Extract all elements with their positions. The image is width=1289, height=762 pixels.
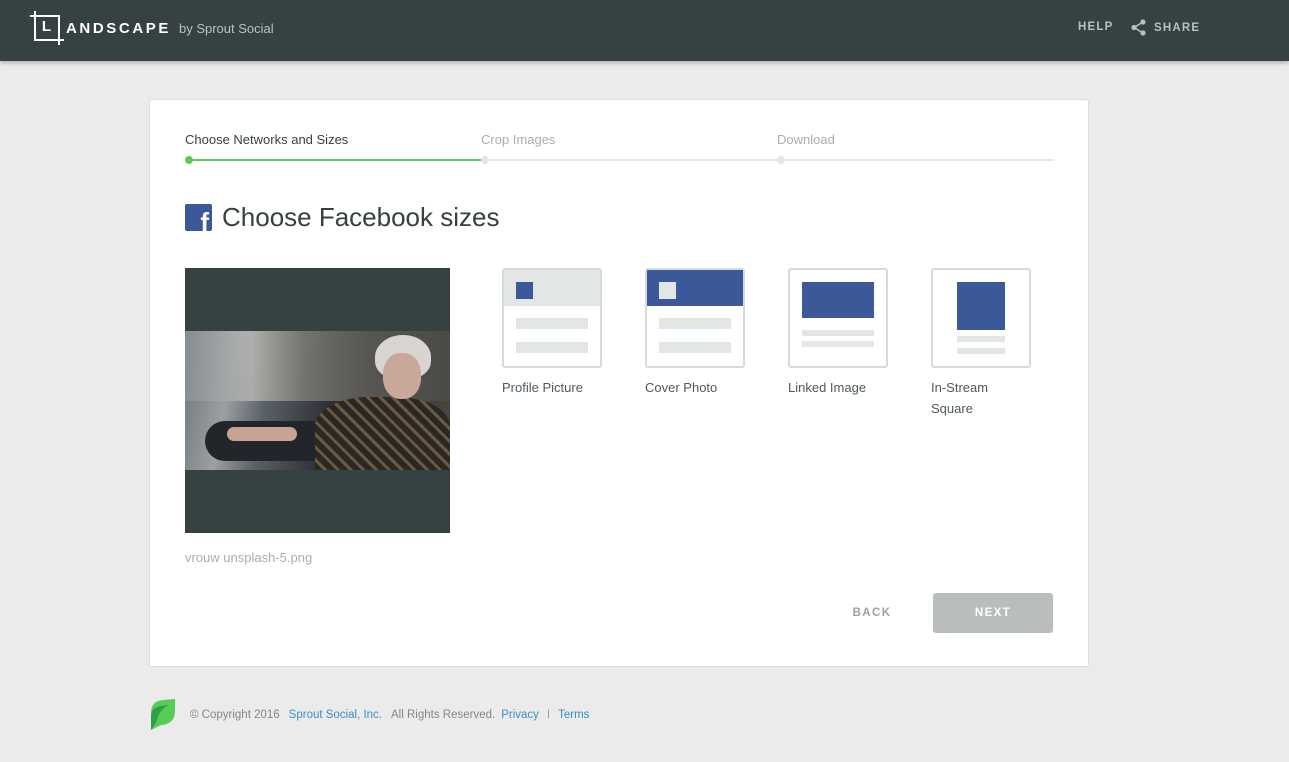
share-label: SHARE <box>1154 21 1201 34</box>
step-download: Download <box>777 132 835 147</box>
image-preview <box>185 268 450 533</box>
size-option-cover-photo[interactable]: Cover Photo <box>645 268 745 398</box>
next-button[interactable]: NEXT <box>933 593 1053 633</box>
terms-link[interactable]: Terms <box>558 709 589 721</box>
share-link[interactable]: SHARE <box>1131 19 1200 36</box>
size-option-label: Linked Image <box>788 380 867 395</box>
step-choose-networks: Choose Networks and Sizes <box>185 132 349 147</box>
back-button[interactable]: BACK <box>834 593 910 633</box>
step-dot-active <box>185 156 193 164</box>
size-option-label: In-Stream Square <box>931 380 989 416</box>
rights-text: All Rights Reserved. <box>391 708 496 721</box>
size-option-linked-image[interactable]: Linked Image <box>788 268 888 398</box>
crop-frame-icon: L <box>30 11 64 45</box>
landscape-logo[interactable]: L ANDSCAPE by Sprout Social <box>30 11 274 45</box>
copyright-text: © Copyright 2016 <box>190 708 280 721</box>
cover-photo-icon <box>645 268 745 368</box>
logo-wordmark: ANDSCAPE <box>66 19 171 37</box>
progress-fill <box>188 159 484 161</box>
profile-picture-icon <box>502 268 602 368</box>
in-stream-square-icon <box>931 268 1031 368</box>
size-option-in-stream-square[interactable]: In-Stream Square <box>931 268 1031 419</box>
uploaded-photo <box>185 331 450 470</box>
linked-image-icon <box>788 268 888 368</box>
help-link[interactable]: HELP <box>1078 21 1113 33</box>
top-bar: L ANDSCAPE by Sprout Social HELP SHARE <box>0 0 1289 61</box>
step-dot <box>777 156 785 164</box>
step-crop-images: Crop Images <box>481 132 556 147</box>
size-option-label: Cover Photo <box>645 380 718 395</box>
share-icon <box>1131 19 1146 36</box>
sprout-social-link[interactable]: Sprout Social, Inc. <box>289 709 382 721</box>
step-dot <box>481 156 489 164</box>
privacy-link[interactable]: Privacy <box>501 709 539 721</box>
image-filename: vrouw unsplash-5.png <box>185 550 313 565</box>
section-heading: f Choose Facebook sizes <box>185 202 499 233</box>
size-option-profile-picture[interactable]: Profile Picture <box>502 268 602 398</box>
sprout-leaf-icon <box>151 699 175 730</box>
page-title: Choose Facebook sizes <box>222 202 500 232</box>
wizard-card: Choose Networks and Sizes Crop Images Do… <box>149 99 1089 667</box>
facebook-icon: f <box>185 204 212 231</box>
footer-separator: I <box>546 708 551 721</box>
logo-byline: by Sprout Social <box>178 20 274 36</box>
size-option-label: Profile Picture <box>502 380 583 395</box>
footer: © Copyright 2016 Sprout Social, Inc. All… <box>149 699 589 730</box>
